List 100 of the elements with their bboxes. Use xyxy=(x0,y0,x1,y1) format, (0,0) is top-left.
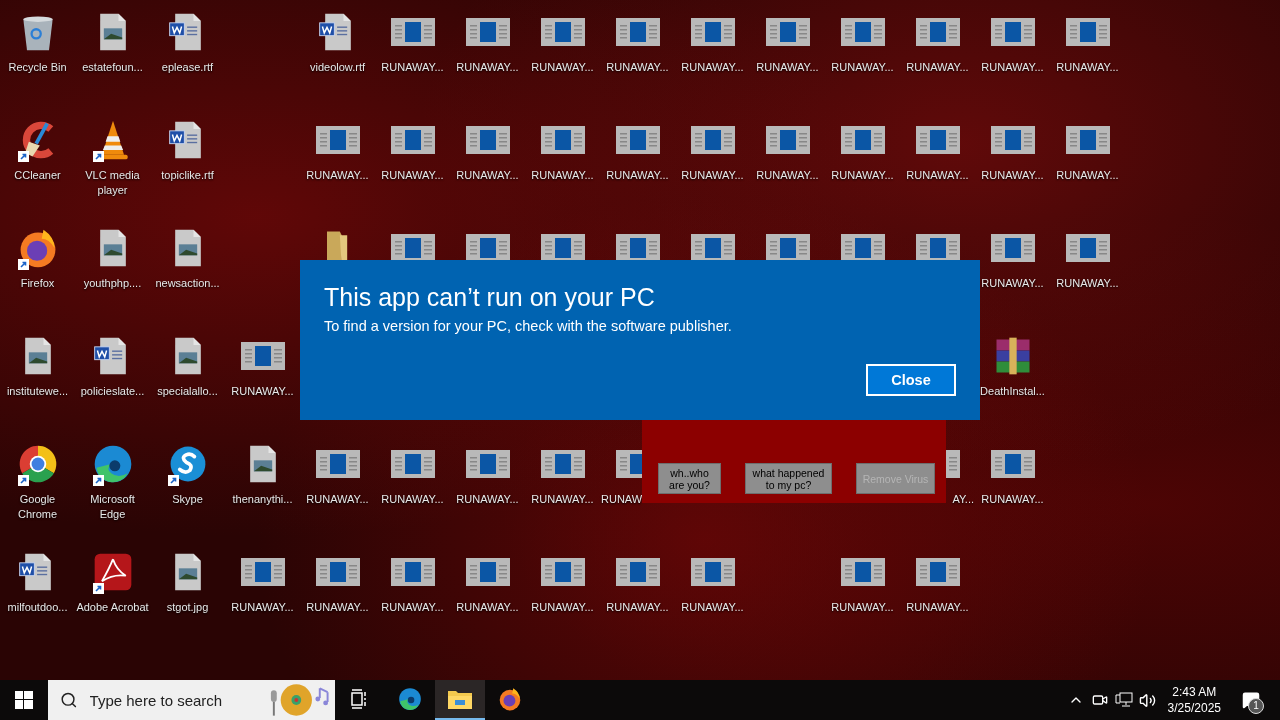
desktop-icon-label[interactable]: newsaction... xyxy=(154,276,221,291)
app-window-icon[interactable] xyxy=(840,16,885,48)
desktop-icon-label[interactable]: RUNAWAY... xyxy=(980,168,1045,183)
app-window-icon[interactable] xyxy=(315,448,360,480)
desktop-icon-label[interactable]: RUNAWAY... xyxy=(455,60,520,75)
desktop-icon-label[interactable]: RUNAWAY... xyxy=(680,60,745,75)
app-window-icon[interactable] xyxy=(1065,124,1110,156)
app-window-icon[interactable] xyxy=(390,556,435,588)
desktop-icon-label[interactable]: RUNAWAY... xyxy=(830,168,895,183)
desktop-icon-label[interactable]: institutewe... xyxy=(5,384,70,399)
desktop-icon-label[interactable]: Adobe Acrobat xyxy=(75,600,150,615)
desktop-icon-label[interactable]: RUNAWAY... xyxy=(530,492,595,507)
app-window-icon[interactable] xyxy=(315,124,360,156)
notification-button[interactable]: 1 xyxy=(1229,680,1273,720)
desktop-icon-label[interactable]: RUNAWAY... xyxy=(980,60,1045,75)
app-window-icon[interactable] xyxy=(990,16,1035,48)
desktop-icon-label[interactable]: RUNAWAY... xyxy=(980,492,1045,507)
app-window-icon[interactable] xyxy=(540,556,585,588)
app-window-icon[interactable] xyxy=(840,124,885,156)
close-button[interactable]: Close xyxy=(866,364,956,396)
app-window-icon[interactable] xyxy=(990,232,1035,264)
desktop-icon-label[interactable]: stgot.jpg xyxy=(165,600,210,615)
desktop-icon-label[interactable]: RUNAWAY... xyxy=(305,600,370,615)
desktop-icon-label[interactable]: Microsoft Edge xyxy=(75,492,150,522)
desktop-icon-label[interactable]: RUNAWAY... xyxy=(380,600,445,615)
app-window-icon[interactable] xyxy=(615,556,660,588)
app-window-icon[interactable] xyxy=(915,556,960,588)
taskbar-app-button[interactable] xyxy=(435,680,485,720)
app-window-icon[interactable] xyxy=(690,16,735,48)
desktop-icon-label[interactable]: RUNAWAY... xyxy=(305,492,370,507)
desktop-icon-label[interactable]: RUNAWAY... xyxy=(380,492,445,507)
desktop-icon-label[interactable]: RUNAWAY... xyxy=(455,492,520,507)
desktop-icon-label[interactable]: RUNAWAY... xyxy=(530,60,595,75)
desktop-icon-label[interactable]: RUNAWAY... xyxy=(680,600,745,615)
app-window-icon[interactable] xyxy=(240,340,285,372)
desktop-icon-label[interactable]: RUNAWAY... xyxy=(830,600,895,615)
app-window-icon[interactable] xyxy=(765,16,810,48)
search-bar[interactable]: Type here to search xyxy=(48,680,335,720)
app-window-icon[interactable] xyxy=(990,448,1035,480)
app-window-icon[interactable] xyxy=(390,448,435,480)
desktop-icon-label[interactable]: RUNAWAY... xyxy=(530,600,595,615)
desktop-icon-label[interactable]: RUNAWAY... xyxy=(1055,60,1120,75)
app-window-icon[interactable] xyxy=(540,124,585,156)
app-window-icon[interactable] xyxy=(465,124,510,156)
desktop-icon-label[interactable]: estatefoun... xyxy=(81,60,144,75)
desktop-icon-label[interactable]: RUNAWAY... xyxy=(530,168,595,183)
desktop-icon-label[interactable]: CCleaner xyxy=(13,168,62,183)
desktop-icon-label[interactable]: RUNAWAY... xyxy=(455,168,520,183)
desktop-icon-label[interactable]: RUNAWAY... xyxy=(1055,168,1120,183)
app-window-icon[interactable] xyxy=(1065,232,1110,264)
desktop-icon-label[interactable]: RUNAWAY... xyxy=(830,60,895,75)
app-window-icon[interactable] xyxy=(240,556,285,588)
desktop-icon-label[interactable]: RUNAWAY... xyxy=(755,60,820,75)
window-button[interactable]: wh..who are you? xyxy=(658,463,721,494)
desktop-icon-label[interactable]: specialallo... xyxy=(156,384,219,399)
desktop-icon-label[interactable]: Recycle Bin xyxy=(7,60,68,75)
window-button[interactable]: what happened to my pc? xyxy=(745,463,832,494)
desktop-icon-label[interactable]: RUNAWAY... xyxy=(680,168,745,183)
desktop-icon-label[interactable]: RUNAWAY... xyxy=(1055,276,1120,291)
app-window-icon[interactable] xyxy=(540,16,585,48)
app-window-icon[interactable] xyxy=(615,16,660,48)
desktop-icon-label[interactable]: RUNAWAY... xyxy=(605,60,670,75)
app-window-icon[interactable] xyxy=(915,16,960,48)
app-window-icon[interactable] xyxy=(465,16,510,48)
desktop-icon-label[interactable]: policieslate... xyxy=(79,384,146,399)
app-window-icon[interactable] xyxy=(690,556,735,588)
desktop-icon-label[interactable]: RUNAWAY... xyxy=(905,600,970,615)
desktop-icon-label[interactable]: RUNAWAY... xyxy=(380,60,445,75)
desktop-icon-label[interactable]: youthphp.... xyxy=(82,276,143,291)
app-window-icon[interactable] xyxy=(465,448,510,480)
desktop-icon-label[interactable]: RUNAWAY... xyxy=(980,276,1045,291)
desktop-icon-label[interactable]: RUNAWAY... xyxy=(605,168,670,183)
app-window-icon[interactable] xyxy=(390,16,435,48)
search-field[interactable]: Type here to search xyxy=(87,690,257,710)
app-window-icon[interactable] xyxy=(915,124,960,156)
app-window-icon[interactable] xyxy=(465,556,510,588)
desktop-icon-label[interactable]: RUNAW xyxy=(600,492,644,507)
desktop-icon-label[interactable]: eplease.rtf xyxy=(160,60,215,75)
app-window-icon[interactable] xyxy=(840,556,885,588)
app-window-icon[interactable] xyxy=(990,124,1035,156)
desktop-icon-label[interactable]: RUNAWAY... xyxy=(305,168,370,183)
app-window-icon[interactable] xyxy=(690,124,735,156)
desktop-icon-label[interactable]: RUNAWAY... xyxy=(455,600,520,615)
desktop-icon-label[interactable]: videolow.rtf xyxy=(309,60,366,75)
desktop-icon-label[interactable]: milfoutdoo... xyxy=(6,600,69,615)
desktop-icon-label[interactable]: RUNAWAY... xyxy=(905,60,970,75)
desktop-icon-label[interactable]: RUNAWAY... xyxy=(605,600,670,615)
desktop-icon-label[interactable]: RUNAWAY... xyxy=(230,384,295,399)
desktop-icon-label[interactable]: topiclike.rtf xyxy=(160,168,215,183)
desktop-icon-label[interactable]: RUNAWAY... xyxy=(380,168,445,183)
app-window-icon[interactable] xyxy=(540,448,585,480)
app-window-icon[interactable] xyxy=(390,124,435,156)
desktop-icon-label[interactable]: AY... xyxy=(951,492,975,507)
desktop-icon-label[interactable]: Firefox xyxy=(19,276,56,291)
desktop-icon-label[interactable]: DeathInstal... xyxy=(979,384,1046,399)
app-window-icon[interactable] xyxy=(315,556,360,588)
app-window-icon[interactable] xyxy=(615,124,660,156)
desktop-icon-label[interactable]: thenanythi... xyxy=(231,492,294,507)
desktop-icon-label[interactable]: Google Chrome xyxy=(0,492,75,522)
app-window-icon[interactable] xyxy=(1065,16,1110,48)
